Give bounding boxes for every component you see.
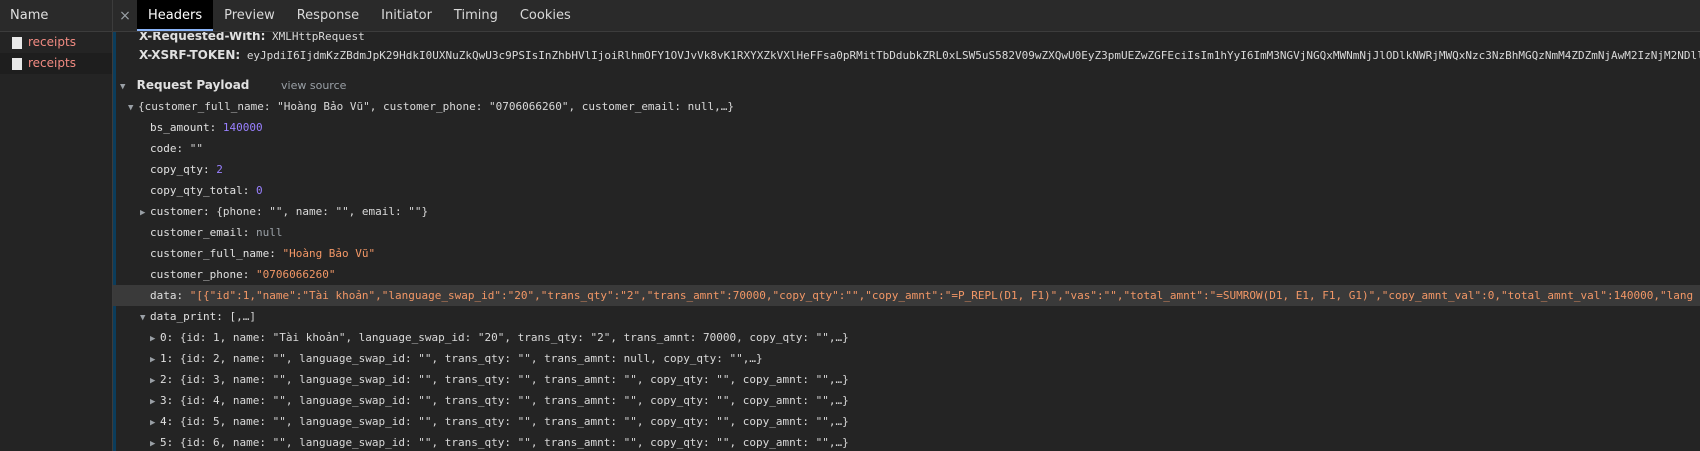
triangle-right-icon: ▶ xyxy=(150,397,156,407)
field-bs-amount[interactable]: bs_amount: 140000 xyxy=(113,117,1700,138)
close-icon[interactable]: × xyxy=(113,8,137,24)
item-value: {id: 4, name: "", language_swap_id: "", … xyxy=(179,394,849,407)
field-copy-qty[interactable]: copy_qty: 2 xyxy=(113,159,1700,180)
field-key: data_print: xyxy=(150,310,230,323)
field-copy-qty-total[interactable]: copy_qty_total: 0 xyxy=(113,180,1700,201)
header-value: eyJpdiI6IjdmKzZBdmJpK29HdkI0UXNuZkQwU3c9… xyxy=(246,49,1700,62)
field-value: 2 xyxy=(216,163,223,176)
item-index: 1: xyxy=(160,352,180,365)
field-value: [,…] xyxy=(229,310,256,323)
item-value: {id: 6, name: "", language_swap_id: "", … xyxy=(179,436,849,449)
headers-panel: X-Requested-With: XMLHttpRequest X-XSRF-… xyxy=(113,32,1700,451)
field-value: {phone: "", name: "", email: ""} xyxy=(216,205,429,218)
triangle-right-icon: ▶ xyxy=(150,376,156,386)
field-key: copy_qty_total: xyxy=(150,184,256,197)
field-key: bs_amount: xyxy=(150,121,223,134)
data-print-item-1[interactable]: ▶ 1: {id: 2, name: "", language_swap_id: … xyxy=(113,348,1700,369)
data-print-item-4[interactable]: ▶ 4: {id: 5, name: "", language_swap_id: … xyxy=(113,411,1700,432)
view-source-link[interactable]: view source xyxy=(281,79,346,92)
request-row-receipts-1[interactable]: receipts xyxy=(0,32,112,53)
triangle-right-icon: ▶ xyxy=(150,418,156,428)
field-value: "Hoàng Bảo Vũ" xyxy=(282,247,376,260)
payload-root[interactable]: ▼ {customer_full_name: "Hoàng Bảo Vũ", cu… xyxy=(113,96,1700,117)
triangle-right-icon: ▶ xyxy=(150,439,156,449)
field-customer-full-name[interactable]: customer_full_name: "Hoàng Bảo Vũ" xyxy=(113,243,1700,264)
item-index: 5: xyxy=(160,436,180,449)
request-name: receipts xyxy=(28,56,76,70)
item-value: {id: 2, name: "", language_swap_id: "", … xyxy=(179,352,763,365)
field-key: code: xyxy=(150,142,190,155)
field-key: customer_full_name: xyxy=(150,247,283,260)
triangle-down-icon: ▼ xyxy=(128,103,134,113)
data-print-item-0[interactable]: ▶ 0: {id: 1, name: "Tài khoản", language_… xyxy=(113,327,1700,348)
header-key: X-Requested-With: xyxy=(139,32,266,43)
field-key: customer: xyxy=(150,205,217,218)
tab-response[interactable]: Response xyxy=(286,0,370,31)
data-print-item-5[interactable]: ▶ 5: {id: 6, name: "", language_swap_id: … xyxy=(113,432,1700,451)
item-value: {id: 3, name: "", language_swap_id: "", … xyxy=(179,373,849,386)
field-value: "0706066260" xyxy=(255,268,336,281)
header-key: X-XSRF-TOKEN: xyxy=(139,48,241,62)
tab-preview[interactable]: Preview xyxy=(213,0,286,31)
tab-headers[interactable]: Headers xyxy=(137,0,214,31)
data-print-item-3[interactable]: ▶ 3: {id: 4, name: "", language_swap_id: … xyxy=(113,390,1700,411)
triangle-right-icon: ▶ xyxy=(140,208,146,218)
triangle-right-icon: ▶ xyxy=(150,355,156,365)
document-icon xyxy=(12,36,22,49)
item-index: 2: xyxy=(160,373,180,386)
tab-timing[interactable]: Timing xyxy=(443,0,509,31)
request-payload-section[interactable]: ▼ Request Payload view source xyxy=(113,75,1700,96)
item-index: 3: xyxy=(160,394,180,407)
section-title: Request Payload xyxy=(136,78,250,92)
field-value: null xyxy=(255,226,283,239)
request-row-receipts-2[interactable]: receipts xyxy=(0,53,112,74)
field-key: copy_qty: xyxy=(150,163,217,176)
request-name: receipts xyxy=(28,35,76,49)
field-data[interactable]: data: "[{"id":1,"name":"Tài khoản","lang… xyxy=(113,285,1700,306)
payload-summary: {customer_full_name: "Hoàng Bảo Vũ", cus… xyxy=(138,100,735,113)
triangle-down-icon: ▼ xyxy=(140,313,146,323)
item-index: 0: xyxy=(160,331,180,344)
field-value: 140000 xyxy=(222,121,263,134)
header-value: XMLHttpRequest xyxy=(272,32,365,43)
field-key: data: xyxy=(150,289,190,302)
network-request-list: Name receipts receipts xyxy=(0,0,113,451)
field-key: customer_email: xyxy=(150,226,256,239)
field-customer-email[interactable]: customer_email: null xyxy=(113,222,1700,243)
name-column-header[interactable]: Name xyxy=(0,0,112,32)
field-customer[interactable]: ▶ customer: {phone: "", name: "", email: … xyxy=(113,201,1700,222)
item-value: {id: 1, name: "Tài khoản", language_swap… xyxy=(179,331,849,344)
header-x-xsrf-token: X-XSRF-TOKEN: eyJpdiI6IjdmKzZBdmJpK29Hdk… xyxy=(113,45,1700,66)
data-print-item-2[interactable]: ▶ 2: {id: 3, name: "", language_swap_id: … xyxy=(113,369,1700,390)
field-code[interactable]: code: "" xyxy=(113,138,1700,159)
tab-cookies[interactable]: Cookies xyxy=(509,0,582,31)
field-value: 0 xyxy=(255,184,263,197)
item-value: {id: 5, name: "", language_swap_id: "", … xyxy=(179,415,849,428)
detail-tab-bar: × Headers Preview Response Initiator Tim… xyxy=(113,0,1700,32)
tab-initiator[interactable]: Initiator xyxy=(370,0,443,31)
field-customer-phone[interactable]: customer_phone: "0706066260" xyxy=(113,264,1700,285)
item-index: 4: xyxy=(160,415,180,428)
field-data-print[interactable]: ▼ data_print: [,…] xyxy=(113,306,1700,327)
field-value: "" xyxy=(189,142,203,155)
field-value: "[{"id":1,"name":"Tài khoản","language_s… xyxy=(189,289,1694,302)
document-icon xyxy=(12,57,22,70)
field-key: customer_phone: xyxy=(150,268,256,281)
triangle-right-icon: ▶ xyxy=(150,334,156,344)
triangle-down-icon: ▼ xyxy=(120,82,126,92)
